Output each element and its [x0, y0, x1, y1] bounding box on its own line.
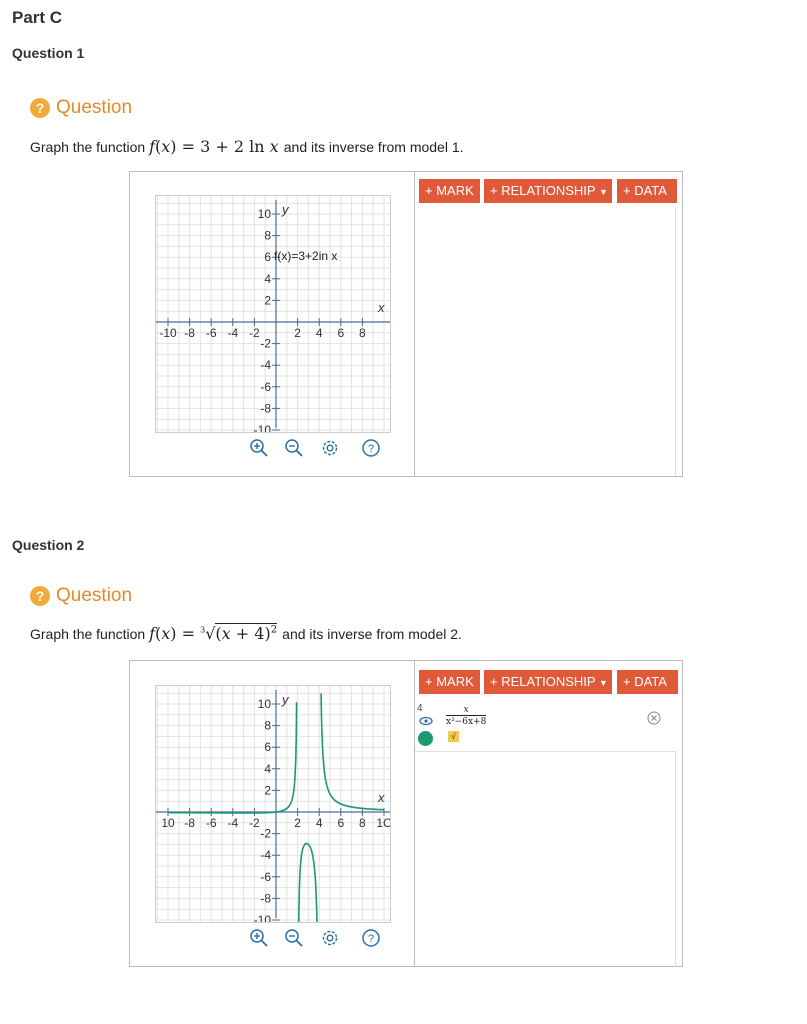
prompt-text: Graph the function: [30, 626, 146, 642]
x-tick-label: -8: [184, 816, 195, 830]
y-tick-label: 4: [264, 272, 271, 286]
x-tick-label: 8: [359, 326, 366, 340]
x-tick-label: -2: [249, 816, 260, 830]
prompt-text: Graph the function: [30, 139, 146, 155]
y-tick-label: 8: [264, 719, 271, 733]
y-tick-label: 10: [258, 207, 272, 221]
svg-text:?: ?: [368, 443, 374, 455]
help-icon[interactable]: ?: [360, 437, 382, 459]
question-1-prompt: Graph the function f(x) = 3 + 2 ln x and…: [30, 137, 464, 156]
y-axis-label: y: [281, 692, 290, 707]
relationship-label: + RELATIONSHIP: [490, 674, 596, 689]
prompt-text-end: and its inverse from model 1.: [283, 139, 464, 155]
y-tick-label: -2: [260, 827, 271, 841]
question-2-prompt: Graph the function f(x) = 3√(x + 4)2 and…: [30, 623, 462, 643]
x-tick-label: 8: [359, 816, 366, 830]
series-color-swatch[interactable]: [418, 731, 433, 746]
y-tick-label: -6: [260, 870, 271, 884]
x-tick-label: 6: [337, 326, 344, 340]
coordinate-grid[interactable]: 10 -8 -6 -4 -2 2 4 6 8 1C108642-2-4-6-8-10xy: [156, 686, 392, 929]
add-data-button[interactable]: + DATA: [617, 179, 677, 203]
y-tick-label: 8: [264, 229, 271, 243]
question-label: Question: [56, 97, 133, 118]
prompt-math: f(x) = 3√(x + 4)2: [149, 623, 278, 643]
zoom-in-icon[interactable]: [248, 927, 270, 949]
question-2-label-row: ? Question: [30, 585, 132, 607]
x-tick-label: 6: [337, 816, 344, 830]
x-tick-label: -2: [249, 326, 260, 340]
add-mark-button[interactable]: + MARK: [419, 670, 480, 694]
y-tick-label: 6: [264, 250, 271, 264]
relationship-panel: [414, 172, 683, 476]
y-tick-label: -4: [260, 358, 271, 372]
x-tick-label: -8: [184, 326, 195, 340]
y-tick-label: 6: [264, 740, 271, 754]
zoom-out-icon[interactable]: [283, 437, 305, 459]
x-tick-label: 2: [294, 326, 301, 340]
x-tick-label: -10: [159, 326, 177, 340]
function-curve: [320, 693, 384, 811]
remove-relationship-icon[interactable]: [647, 711, 661, 725]
question-icon: ?: [30, 586, 50, 606]
question-1-label-row: ? Question: [30, 97, 132, 119]
graph-widget-1: + MARK + RELATIONSHIP ▼ + DATA -10 -8 -6 -4…: [129, 171, 683, 477]
eye-icon[interactable]: [419, 716, 433, 726]
add-data-button[interactable]: + DATA: [617, 670, 678, 694]
y-tick-label: 10: [258, 697, 272, 711]
add-relationship-button[interactable]: + RELATIONSHIP ▼: [484, 179, 612, 203]
question-icon: ?: [30, 98, 50, 118]
expr-numerator: x: [463, 705, 469, 715]
svg-text:?: ?: [368, 933, 374, 945]
question-2-heading: Question 2: [12, 537, 85, 553]
x-tick-label: -6: [206, 326, 217, 340]
question-1-heading: Question 1: [12, 45, 85, 61]
expr-denominator: x²−6x+8: [446, 715, 487, 727]
sqrt-key-icon[interactable]: √: [448, 731, 459, 742]
relationship-index: 4: [417, 703, 423, 714]
x-tick-label: 4: [316, 816, 323, 830]
gear-icon[interactable]: [319, 437, 341, 459]
x-tick-label: 2: [294, 816, 301, 830]
relationship-label: + RELATIONSHIP: [490, 183, 596, 198]
y-tick-label: -8: [260, 401, 271, 415]
prompt-math: f(x) = 3 + 2 ln x: [149, 137, 279, 156]
dropdown-caret-icon: ▼: [598, 187, 608, 197]
y-tick-label: 2: [264, 783, 271, 797]
graph-widget-2: + MARK + RELATIONSHIP ▼ + DATA 4 x x²−6x…: [129, 660, 683, 967]
help-icon[interactable]: ?: [360, 927, 382, 949]
coordinate-grid[interactable]: -10 -8 -6 -4 -2 2 4 6 8108642-2-4-6-8-10xy: [156, 196, 390, 437]
y-tick-label: -10: [254, 423, 272, 432]
y-tick-label: -4: [260, 848, 271, 862]
graph-canvas[interactable]: -10 -8 -6 -4 -2 2 4 6 8 10 8 6 4 2 -2 -4 -6 -8 -10 x y: [155, 195, 391, 437]
relationship-expression[interactable]: x x²−6x+8: [446, 705, 487, 727]
y-axis-label: y: [281, 202, 290, 217]
add-relationship-button[interactable]: + RELATIONSHIP ▼: [484, 670, 612, 694]
y-tick-label: -8: [260, 891, 271, 905]
gear-icon[interactable]: [319, 927, 341, 949]
x-tick-label: -4: [227, 326, 238, 340]
zoom-in-icon[interactable]: [248, 437, 270, 459]
x-tick-label: -4: [227, 816, 238, 830]
x-axis-label: x: [377, 790, 385, 805]
dropdown-caret-icon: ▼: [598, 678, 608, 688]
zoom-out-icon[interactable]: [283, 927, 305, 949]
add-mark-button[interactable]: + MARK: [419, 179, 480, 203]
x-tick-label: 4: [316, 326, 323, 340]
x-tick-label: 10: [161, 816, 175, 830]
question-label: Question: [56, 585, 133, 606]
y-tick-label: -6: [260, 380, 271, 394]
y-tick-label: -10: [254, 913, 272, 922]
y-tick-label: 2: [264, 293, 271, 307]
x-axis-label: x: [377, 300, 385, 315]
y-tick-label: -2: [260, 337, 271, 351]
part-title: Part C: [12, 8, 63, 27]
function-label: f(x)=3+2in x: [274, 249, 338, 263]
prompt-text-end: and its inverse from model 2.: [282, 626, 462, 642]
y-tick-label: 4: [264, 762, 271, 776]
x-tick-label: 1C: [376, 816, 390, 830]
graph-canvas[interactable]: 10 -8 -6 -4 -2 2 4 6 8 1C 10 8 6 4 2 -2 -4 -6 -8 -10 x y: [155, 685, 392, 929]
x-tick-label: -6: [206, 816, 217, 830]
